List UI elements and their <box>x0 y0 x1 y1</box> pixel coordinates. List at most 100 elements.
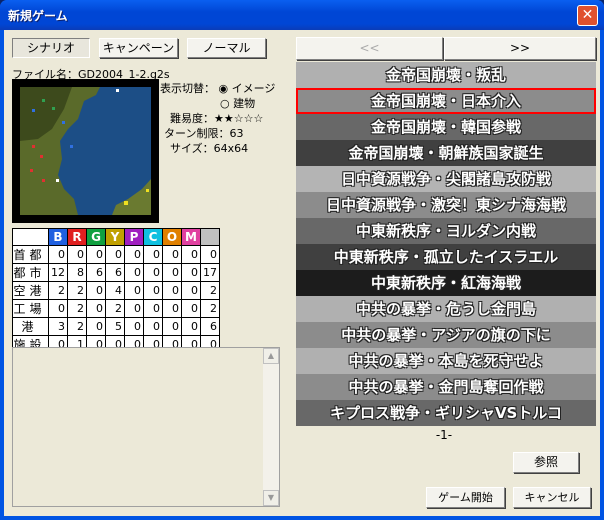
title-bar[interactable]: 新規ゲーム ✕ <box>0 0 604 30</box>
table-cell: 0 <box>67 245 87 264</box>
row-label: 空港 <box>12 281 49 300</box>
table-cell: 0 <box>162 317 182 336</box>
table-row: 空港 2 2 0 4 0 0 0 0 2 <box>12 281 220 300</box>
scenario-item[interactable]: 中東新秩序・紅海海戦 <box>296 270 596 296</box>
player-header: M <box>181 228 201 246</box>
scenario-item[interactable]: 金帝国崩壊・韓国参戦 <box>296 114 596 140</box>
table-cell: 0 <box>181 317 201 336</box>
scenario-item[interactable]: 金帝国崩壊・朝鮮族国家誕生 <box>296 140 596 166</box>
scroll-down-icon[interactable]: ▼ <box>263 490 279 506</box>
scenario-item[interactable]: 中東新秩序・孤立したイスラエル <box>296 244 596 270</box>
difficulty-label: 難易度： <box>170 112 214 125</box>
table-cell: 0 <box>124 281 144 300</box>
table-cell: 0 <box>143 263 163 282</box>
turn-limit-value: 63 <box>229 127 244 140</box>
player-header: B <box>48 228 68 246</box>
window-title: 新規ゲーム <box>8 9 68 23</box>
table-cell: 2 <box>200 281 220 300</box>
map-size-label: サイズ： <box>170 142 214 155</box>
table-row: 港320500006 <box>12 317 220 336</box>
map-size-value: 64x64 <box>213 142 249 155</box>
description-textarea[interactable]: ▲ ▼ <box>12 347 280 507</box>
close-button[interactable]: ✕ <box>577 5 598 26</box>
table-cell: 0 <box>48 245 68 264</box>
scroll-up-icon[interactable]: ▲ <box>263 348 279 364</box>
cancel-button[interactable]: キャンセル <box>513 487 591 508</box>
table-cell: 0 <box>162 263 182 282</box>
start-game-button[interactable]: ゲーム開始 <box>426 487 505 508</box>
table-cell: 5 <box>105 317 125 336</box>
next-page-button[interactable]: >> <box>444 37 596 60</box>
table-row: 都市 12 8 6 6 0 0 0 0 17 <box>12 263 220 282</box>
table-cell: 2 <box>67 299 87 318</box>
scenario-item[interactable]: 中共の暴挙・アジアの旗の下に <box>296 322 596 348</box>
table-cell: 0 <box>86 299 106 318</box>
table-cell: 0 <box>162 299 182 318</box>
table-cell: 0 <box>162 281 182 300</box>
table-cell: 0 <box>124 263 144 282</box>
table-cell: 0 <box>200 245 220 264</box>
page-indicator: -1- <box>435 428 453 442</box>
map-preview <box>12 79 159 223</box>
table-cell: 0 <box>86 317 106 336</box>
scenario-item[interactable]: 中東新秩序・ヨルダン内戦 <box>296 218 596 244</box>
player-header <box>200 228 220 246</box>
row-label: 港 <box>12 317 49 336</box>
difficulty-stars: ★★☆☆☆ <box>214 112 264 125</box>
player-header: C <box>143 228 163 246</box>
info-panel: 表示切替： ◉ イメージ ○ 建物 難易度：★★☆☆☆ ターン制限：63 サイズ… <box>160 80 280 155</box>
scenario-item[interactable]: キプロス戦争・ギリシャVSトルコ <box>296 400 596 426</box>
table-cell: 0 <box>86 281 106 300</box>
table-cell: 0 <box>86 245 106 264</box>
row-label: 工場 <box>12 299 49 318</box>
table-cell: 6 <box>86 263 106 282</box>
tab-campaign[interactable]: キャンペーン <box>99 38 178 58</box>
table-cell: 4 <box>105 281 125 300</box>
table-cell: 0 <box>48 299 68 318</box>
table-cell: 3 <box>48 317 68 336</box>
player-header: P <box>124 228 144 246</box>
prev-page-button[interactable]: << <box>296 37 443 60</box>
table-cell: 17 <box>200 263 220 282</box>
table-row: 工場 0 2 0 2 0 0 0 0 2 <box>12 299 220 318</box>
dialog-window: 新規ゲーム ✕ シナリオ キャンペーン ノーマル ファイル名：GD2004_1-… <box>0 0 604 520</box>
row-label: 都市 <box>12 263 49 282</box>
table-cell: 0 <box>143 281 163 300</box>
tab-scenario[interactable]: シナリオ <box>12 38 90 58</box>
radio-image-label: イメージ <box>231 82 276 95</box>
radio-building-label: 建物 <box>233 97 256 110</box>
table-cell: 0 <box>105 245 125 264</box>
table-cell: 0 <box>181 299 201 318</box>
table-cell: 12 <box>48 263 68 282</box>
table-row: 首都 0 0 0 0 0 0 0 0 0 <box>12 245 220 264</box>
radio-image[interactable]: ◉ イメージ <box>219 82 276 95</box>
table-cell: 8 <box>67 263 87 282</box>
scenario-item[interactable]: 中共の暴挙・金門島奪回作戦 <box>296 374 596 400</box>
radio-building[interactable]: ○ 建物 <box>160 95 280 110</box>
table-cell: 0 <box>181 245 201 264</box>
scenario-item[interactable]: 中共の暴挙・本島を死守せよ <box>296 348 596 374</box>
table-cell: 2 <box>67 281 87 300</box>
scenario-item[interactable]: 金帝国崩壊・日本介入 <box>296 88 596 114</box>
table-cell: 2 <box>67 317 87 336</box>
table-cell: 0 <box>143 317 163 336</box>
header-blank <box>12 228 49 246</box>
table-header-row: BRGYPCOM <box>12 228 220 246</box>
row-label: 首都 <box>12 245 49 264</box>
scenario-item[interactable]: 日中資源戦争・尖閣諸島攻防戦 <box>296 166 596 192</box>
scenario-item[interactable]: 日中資源戦争・激突！東シナ海海戦 <box>296 192 596 218</box>
table-cell: 2 <box>200 299 220 318</box>
table-cell: 6 <box>105 263 125 282</box>
scenario-item[interactable]: 金帝国崩壊・叛乱 <box>296 62 596 88</box>
scrollbar[interactable]: ▲ ▼ <box>263 348 279 506</box>
table-cell: 0 <box>181 263 201 282</box>
turn-limit-label: ターン制限： <box>164 127 230 140</box>
table-cell: 0 <box>181 281 201 300</box>
dialog-client: シナリオ キャンペーン ノーマル ファイル名：GD2004_1-2.g2s 表示… <box>4 30 600 516</box>
table-cell: 2 <box>105 299 125 318</box>
scenario-item[interactable]: 中共の暴挙・危うし金門島 <box>296 296 596 322</box>
tab-normal[interactable]: ノーマル <box>187 38 266 58</box>
player-header: Y <box>105 228 125 246</box>
browse-button[interactable]: 参照 <box>513 452 579 473</box>
table-cell: 0 <box>143 245 163 264</box>
